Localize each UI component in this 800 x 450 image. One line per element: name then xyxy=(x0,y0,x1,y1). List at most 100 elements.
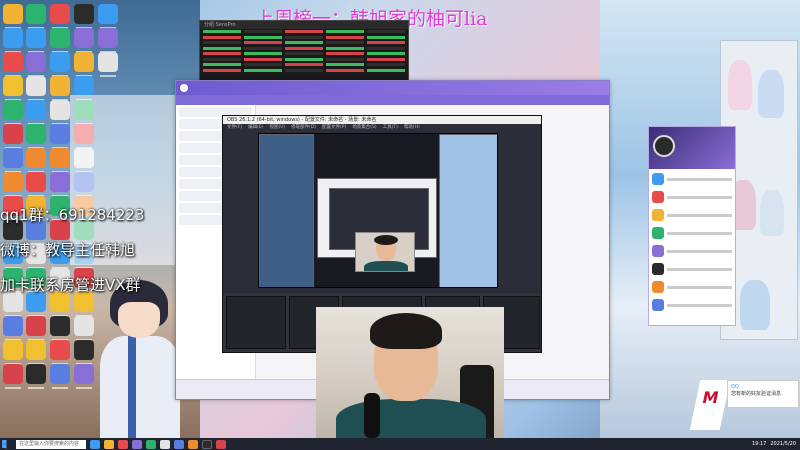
app-icon[interactable] xyxy=(26,340,46,365)
list-item[interactable] xyxy=(652,279,732,295)
app-icon[interactable] xyxy=(3,292,23,317)
app-icon[interactable] xyxy=(74,76,94,101)
list-item[interactable] xyxy=(652,261,732,277)
taskbar-app-icon[interactable] xyxy=(160,439,170,449)
app-icon[interactable] xyxy=(3,124,23,149)
app-icon[interactable] xyxy=(3,316,23,341)
app-icon[interactable] xyxy=(50,172,70,197)
app-icon[interactable] xyxy=(26,172,46,197)
app-icon[interactable] xyxy=(50,28,70,53)
taskbar-app-icon[interactable] xyxy=(216,439,226,449)
app-icon[interactable] xyxy=(50,364,70,389)
taskbar-app-icon[interactable] xyxy=(132,439,142,449)
app-icon[interactable] xyxy=(74,316,94,341)
qq-group-text: qq1群：691284223 xyxy=(0,206,145,224)
taskbar-app-icon[interactable] xyxy=(174,439,184,449)
qq-mini-panel[interactable] xyxy=(648,126,736,326)
stock-ticker-window[interactable]: 分组 SensPro xyxy=(199,20,409,82)
avatar[interactable] xyxy=(653,135,675,157)
app-icon[interactable] xyxy=(26,52,46,77)
streamer-hair xyxy=(370,313,442,349)
app-icon[interactable] xyxy=(26,148,46,173)
list-item[interactable] xyxy=(652,171,732,187)
app-icon[interactable] xyxy=(74,28,94,53)
desktop-icons-col2 xyxy=(26,4,46,389)
menu-item-view[interactable]: 视图(V) xyxy=(269,124,285,131)
app-icon[interactable] xyxy=(26,124,46,149)
taskbar-app-icon[interactable] xyxy=(104,439,114,449)
qq-tabs[interactable] xyxy=(176,95,609,105)
app-icon[interactable] xyxy=(3,52,23,77)
app-icon[interactable] xyxy=(50,292,70,317)
app-icon[interactable] xyxy=(74,364,94,389)
scenes-panel[interactable] xyxy=(226,296,286,349)
app-icon[interactable] xyxy=(74,292,94,317)
list-item[interactable] xyxy=(652,243,732,259)
qq-logo-icon xyxy=(180,84,188,92)
menu-item-help[interactable]: 帮助(H) xyxy=(404,124,420,131)
app-icon[interactable] xyxy=(3,340,23,365)
menu-item-edit[interactable]: 编辑(E) xyxy=(248,124,263,131)
app-icon[interactable] xyxy=(50,76,70,101)
obs-menu-bar[interactable]: 文件(F) 编辑(E) 视图(V) 停靠部件(D) 配置文件(P) 场景集合(S… xyxy=(223,124,541,131)
nested-preview-desktop xyxy=(259,134,314,287)
desktop-icons-col5 xyxy=(98,4,118,77)
app-icon[interactable] xyxy=(50,148,70,173)
app-icon[interactable] xyxy=(3,100,23,125)
obs-preview-webcam xyxy=(355,232,415,272)
app-icon[interactable] xyxy=(26,28,46,53)
taskbar-search-input[interactable]: 在这里输入你要搜索的内容 xyxy=(16,439,86,449)
figure xyxy=(758,70,784,118)
app-icon[interactable] xyxy=(26,4,46,29)
taskbar: 在这里输入你要搜索的内容 19:17 2021/5/20 xyxy=(0,438,800,450)
app-icon[interactable] xyxy=(3,4,23,29)
app-icon[interactable] xyxy=(3,148,23,173)
webcam-feed xyxy=(316,307,504,438)
app-icon[interactable] xyxy=(74,52,94,77)
menu-item-profile[interactable]: 配置文件(P) xyxy=(322,124,346,131)
app-icon[interactable] xyxy=(50,316,70,341)
taskbar-app-icon[interactable] xyxy=(202,439,212,449)
streamer-shirt xyxy=(336,399,486,438)
qq-notification[interactable]: QQ 您有新的好友验证消息 xyxy=(727,380,799,408)
qq-profile-header xyxy=(649,127,735,169)
taskbar-app-icon[interactable] xyxy=(146,439,156,449)
app-icon[interactable] xyxy=(26,292,46,317)
app-icon[interactable] xyxy=(50,340,70,365)
nested-preview-wallpaper xyxy=(439,134,497,287)
app-icon[interactable] xyxy=(3,28,23,53)
app-icon[interactable] xyxy=(50,52,70,77)
app-icon[interactable] xyxy=(3,172,23,197)
app-icon[interactable] xyxy=(98,52,118,77)
app-icon[interactable] xyxy=(74,4,94,29)
list-item[interactable] xyxy=(652,189,732,205)
menu-item-tools[interactable]: 工具(T) xyxy=(383,124,398,131)
app-icon[interactable] xyxy=(26,100,46,125)
list-item[interactable] xyxy=(652,225,732,241)
list-item[interactable] xyxy=(652,297,732,313)
list-item[interactable] xyxy=(652,207,732,223)
app-icon[interactable] xyxy=(74,340,94,365)
app-icon[interactable] xyxy=(50,4,70,29)
taskbar-app-icon[interactable] xyxy=(90,439,100,449)
menu-item-file[interactable]: 文件(F) xyxy=(227,124,242,131)
windows-start-icon[interactable] xyxy=(2,439,7,449)
qq-title-bar[interactable] xyxy=(176,81,609,95)
menu-item-docks[interactable]: 停靠部件(D) xyxy=(291,124,316,131)
app-icon[interactable] xyxy=(98,28,118,53)
app-icon[interactable] xyxy=(26,76,46,101)
app-icon[interactable] xyxy=(98,4,118,29)
taskbar-app-icon[interactable] xyxy=(188,439,198,449)
app-icon[interactable] xyxy=(3,76,23,101)
desktop-icons-col1 xyxy=(3,4,23,389)
app-icon[interactable] xyxy=(50,100,70,125)
obs-title: OBS 26.1.2 (64-bit, windows) - 配置文件: 未命名… xyxy=(223,116,541,124)
taskbar-app-icon[interactable] xyxy=(118,439,128,449)
menu-item-scene-collection[interactable]: 场景集合(S) xyxy=(352,124,376,131)
app-icon[interactable] xyxy=(3,364,23,389)
weibo-text: 微博：教导主任韩旭 xyxy=(0,241,136,259)
app-icon[interactable] xyxy=(26,316,46,341)
app-icon[interactable] xyxy=(50,124,70,149)
system-tray[interactable]: 19:17 2021/5/20 xyxy=(752,439,796,449)
app-icon[interactable] xyxy=(26,364,46,389)
